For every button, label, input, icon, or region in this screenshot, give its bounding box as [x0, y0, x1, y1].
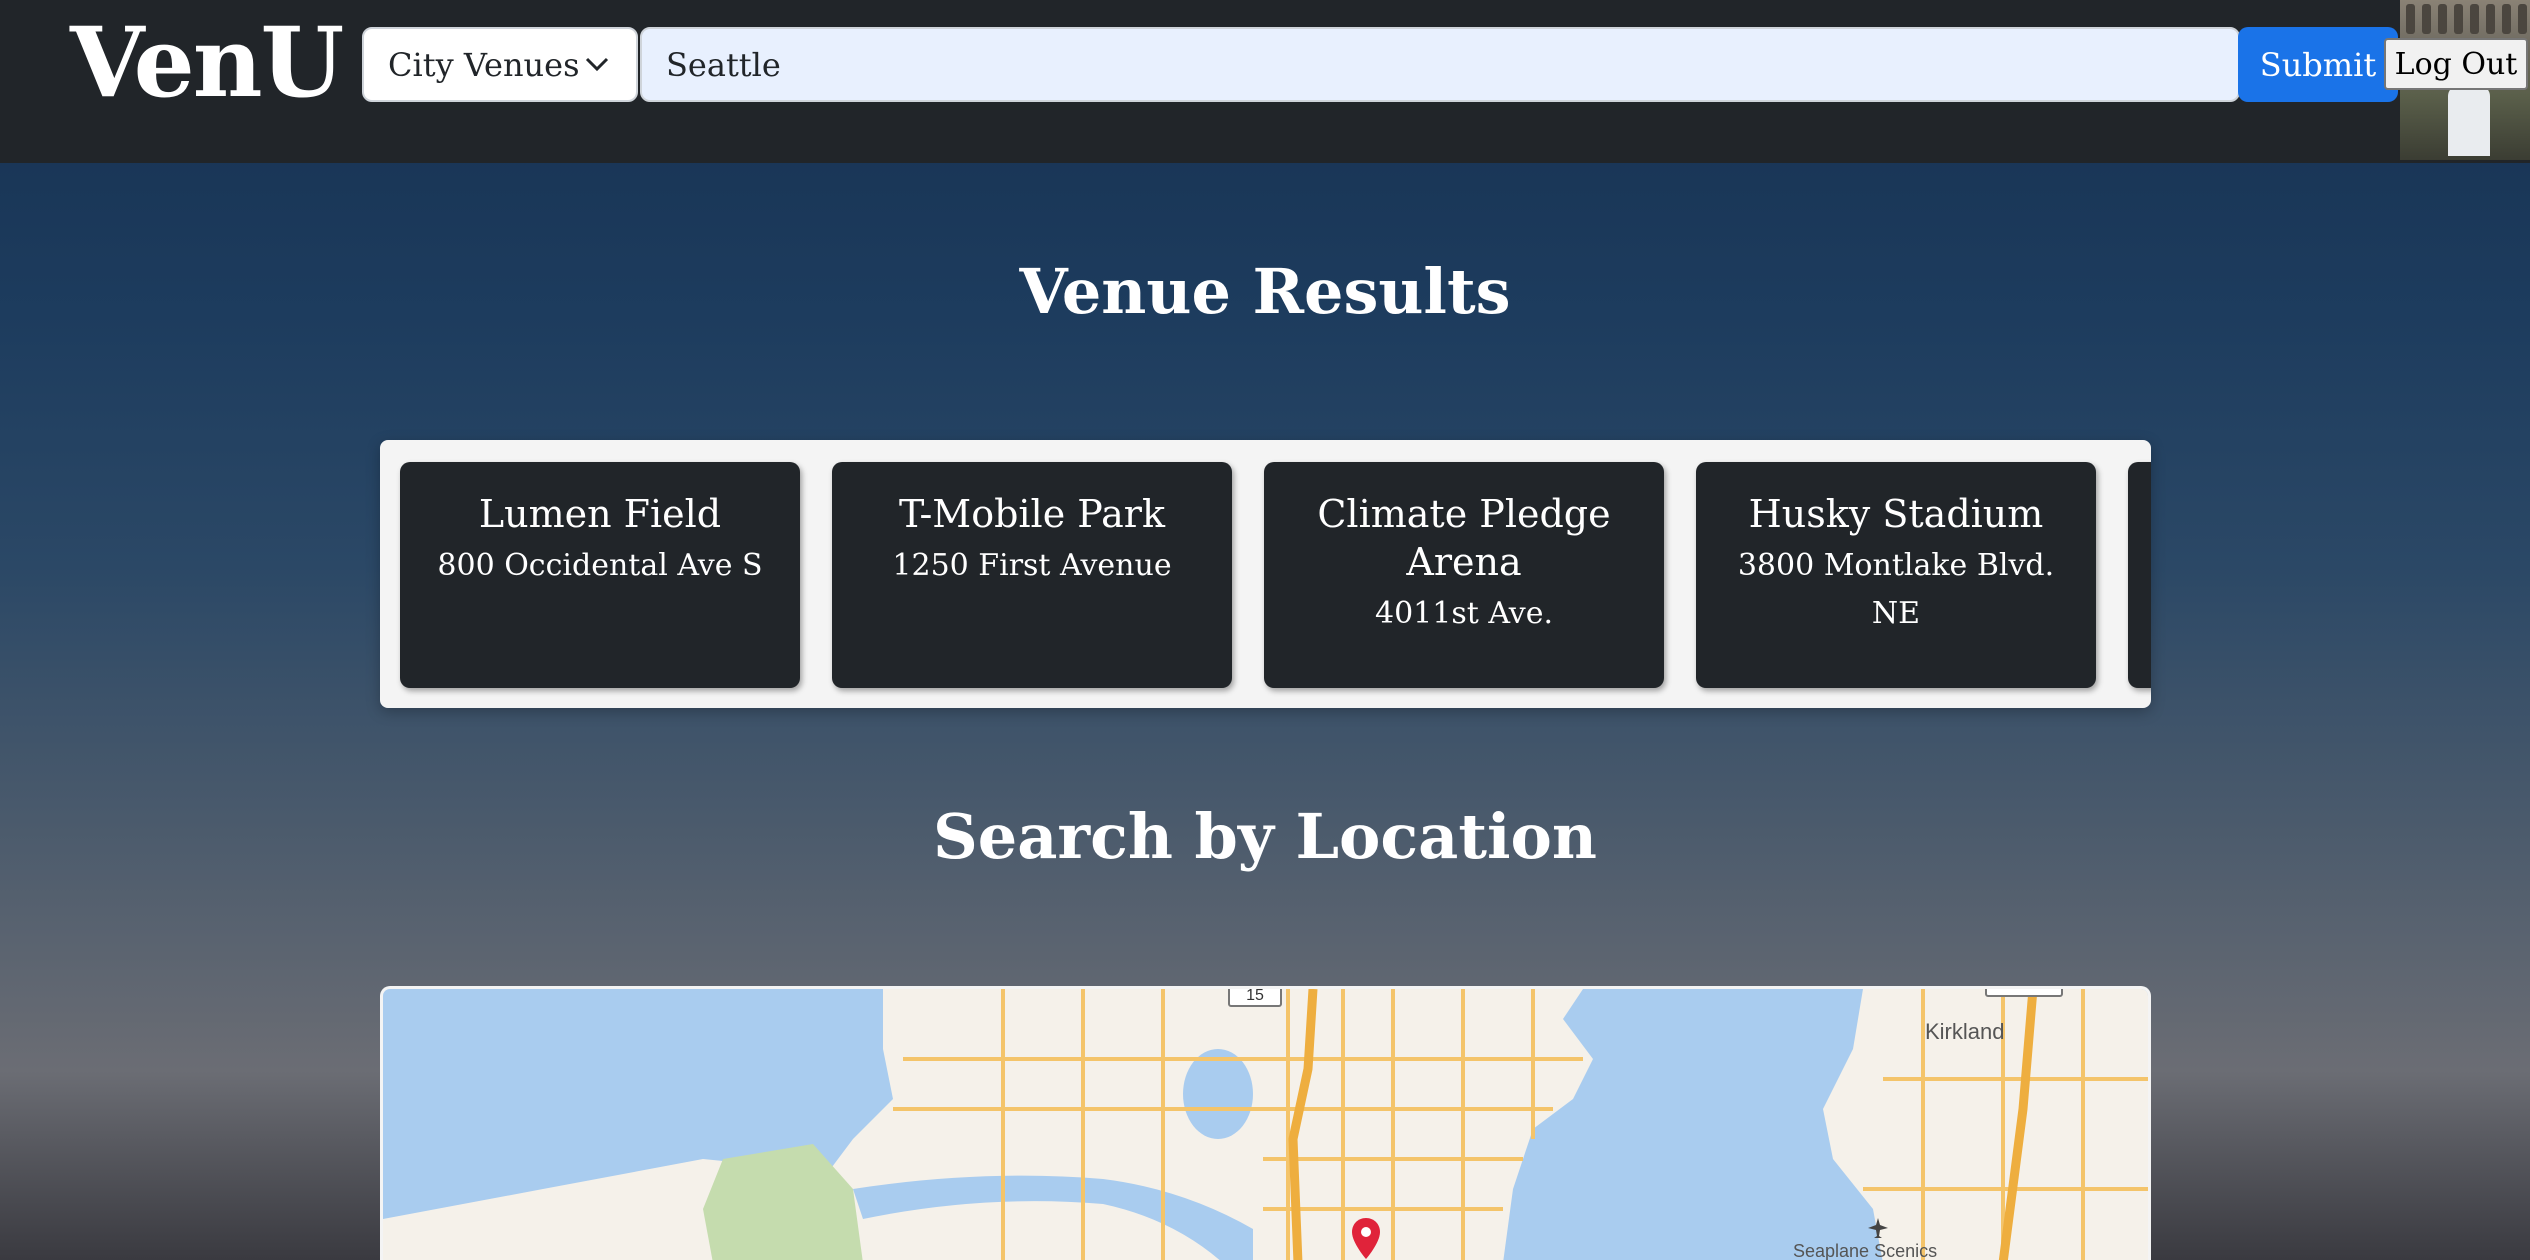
venue-card[interactable]: Husky Stadium 3800 Montlake Blvd. NE: [1696, 462, 2096, 688]
venue-address: 800 Occidental Ave S: [437, 548, 763, 583]
map-pin-icon[interactable]: [1351, 1217, 1381, 1260]
map-label-kirkland: Kirkland: [1925, 1019, 2005, 1044]
venue-card[interactable]: Climate Pledge Arena 4011st Ave.: [1264, 462, 1664, 688]
venue-card[interactable]: T-Mobile Park 1250 First Avenue: [832, 462, 1232, 688]
top-navbar: VenU City Venues Submit Log Out: [0, 0, 2530, 163]
highway-shield: 15: [1228, 989, 1282, 1007]
venue-name: Husky Stadium: [1748, 492, 2044, 536]
venue-name: Lumen Field: [478, 492, 722, 536]
airport-icon: [1868, 1218, 1888, 1238]
category-select-value: City Venues: [388, 45, 580, 84]
venue-address: 4011st Ave.: [1374, 596, 1554, 631]
submit-button[interactable]: Submit: [2238, 27, 2398, 102]
highway-shield-partial: [1985, 989, 2063, 997]
location-map[interactable]: 15 Kirkland Seaplane Scenics: [380, 986, 2151, 1260]
venue-card-partial[interactable]: [2128, 462, 2151, 688]
venue-name: T-Mobile Park: [899, 492, 1165, 536]
venue-results-carousel[interactable]: Lumen Field 800 Occidental Ave S T-Mobil…: [380, 440, 2151, 708]
venue-name: Climate Pledge Arena: [1317, 492, 1611, 584]
search-by-location-heading: Search by Location: [933, 800, 1597, 873]
city-search-input[interactable]: [640, 27, 2240, 102]
venue-address: 3800 Montlake Blvd. NE: [1737, 548, 2055, 631]
logout-button[interactable]: Log Out: [2384, 38, 2528, 90]
venue-results-heading: Venue Results: [1019, 255, 1511, 328]
venue-address: 1250 First Avenue: [892, 548, 1172, 583]
map-label-seaplane: Seaplane Scenics: [1793, 1241, 1938, 1260]
venue-card[interactable]: Lumen Field 800 Occidental Ave S: [400, 462, 800, 688]
chevron-down-icon: [585, 57, 609, 72]
category-select[interactable]: City Venues: [362, 27, 638, 102]
logo[interactable]: VenU: [70, 8, 344, 118]
